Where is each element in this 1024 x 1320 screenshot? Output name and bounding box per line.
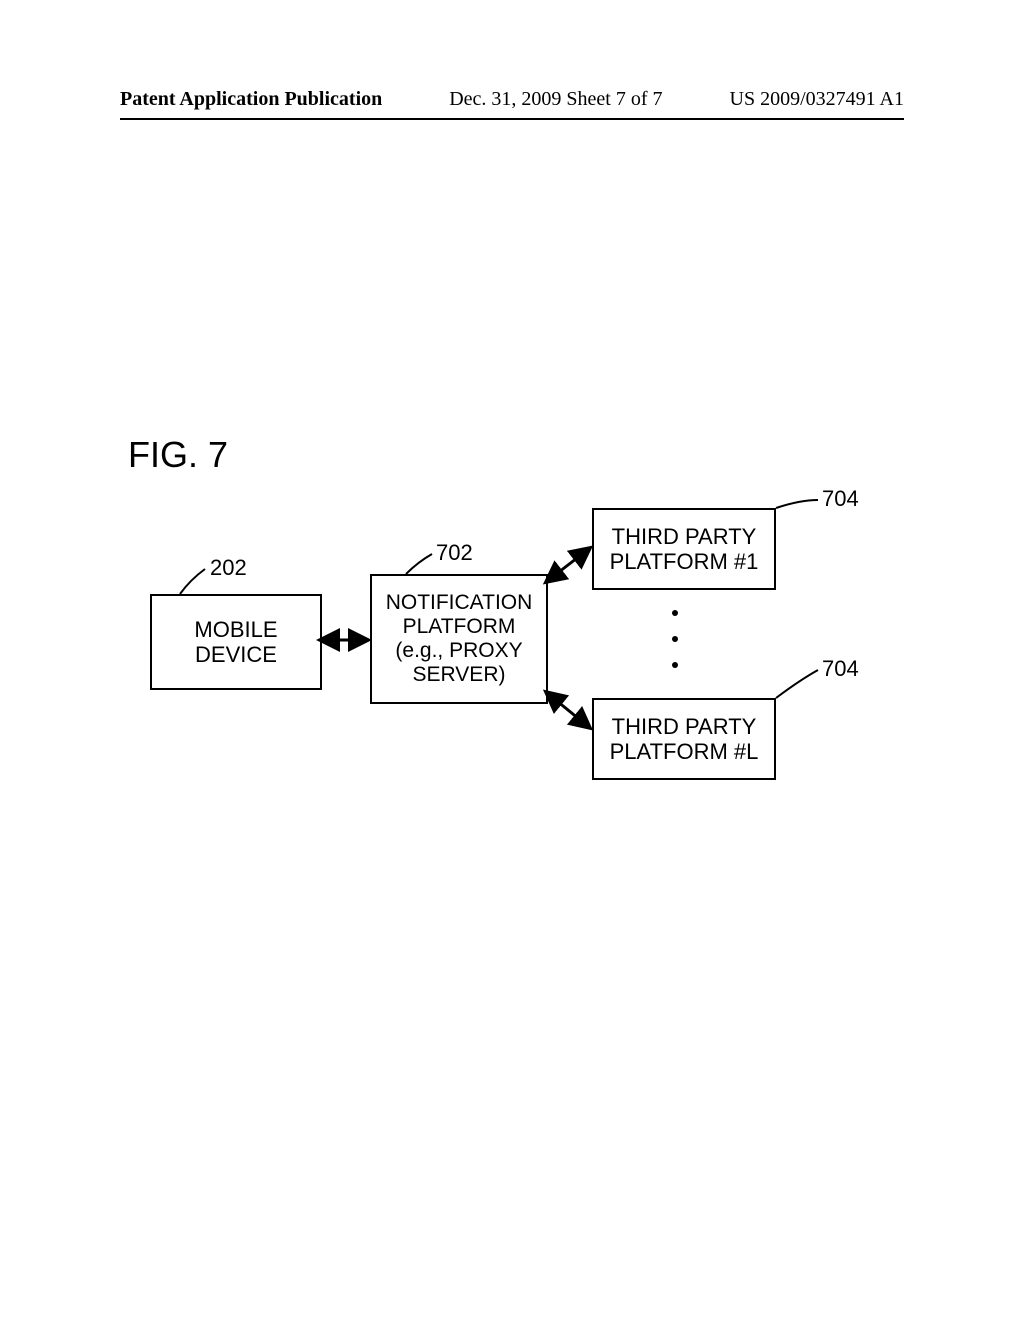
box-mobile-device: MOBILE DEVICE [150, 594, 322, 690]
box-tpL-line2: PLATFORM #L [610, 739, 759, 764]
box-notif-line4: SERVER) [413, 663, 506, 687]
arrow-notification-tpL [546, 692, 590, 728]
page: Patent Application Publication Dec. 31, … [0, 0, 1024, 1320]
header-center: Dec. 31, 2009 Sheet 7 of 7 [449, 88, 662, 111]
ellipsis-dot [672, 662, 678, 668]
box-notif-line3: (e.g., PROXY [395, 639, 522, 663]
box-third-party-L: THIRD PARTY PLATFORM #L [592, 698, 776, 780]
leader-702 [406, 554, 432, 574]
ref-202: 202 [210, 555, 247, 581]
header-left: Patent Application Publication [120, 88, 382, 111]
leader-202 [180, 569, 205, 594]
header-right: US 2009/0327491 A1 [730, 88, 904, 111]
page-header: Patent Application Publication Dec. 31, … [0, 88, 1024, 111]
box-tp1-line2: PLATFORM #1 [610, 549, 759, 574]
ref-702: 702 [436, 540, 473, 566]
box-notif-line1: NOTIFICATION [386, 591, 533, 615]
arrow-notification-tp1 [546, 548, 590, 582]
header-rule [120, 118, 904, 120]
box-tpL-line1: THIRD PARTY [612, 714, 757, 739]
leader-704-top [776, 500, 818, 508]
ellipsis-dot [672, 636, 678, 642]
figure-label: FIG. 7 [128, 434, 228, 476]
box-notification-platform: NOTIFICATION PLATFORM (e.g., PROXY SERVE… [370, 574, 548, 704]
box-tp1-line1: THIRD PARTY [612, 524, 757, 549]
box-mobile-line2: DEVICE [195, 642, 277, 667]
box-mobile-line1: MOBILE [194, 617, 277, 642]
box-third-party-1: THIRD PARTY PLATFORM #1 [592, 508, 776, 590]
ref-704a: 704 [822, 486, 859, 512]
leader-704-bottom [776, 670, 818, 698]
ellipsis-dot [672, 610, 678, 616]
box-notif-line2: PLATFORM [403, 615, 516, 639]
ref-704b: 704 [822, 656, 859, 682]
